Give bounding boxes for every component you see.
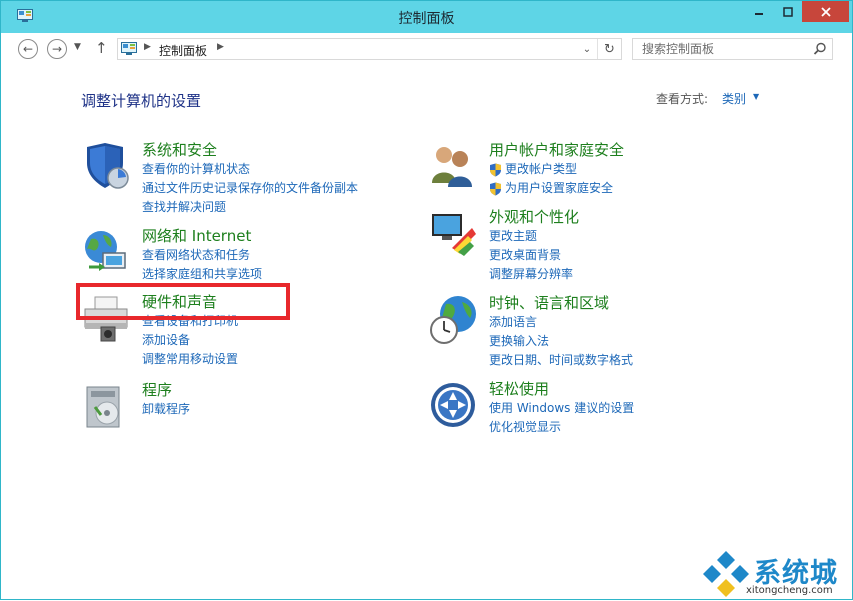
minimize-button[interactable] [745, 1, 773, 22]
forward-button[interactable]: → [47, 39, 67, 59]
refresh-icon: ↻ [604, 41, 615, 57]
search-icon[interactable] [813, 42, 827, 56]
category-link[interactable]: 选择家庭组和共享选项 [142, 265, 262, 284]
maximize-icon [783, 6, 793, 17]
category-body: 外观和个性化 更改主题 更改桌面背景 调整屏幕分辨率 [489, 208, 579, 284]
back-button[interactable]: ← [18, 39, 38, 59]
network-globe-icon[interactable] [81, 227, 131, 277]
category-link[interactable]: 添加语言 [489, 313, 633, 332]
window-title: 控制面板 [398, 11, 455, 27]
breadcrumb-separator-icon[interactable]: ▶ [144, 42, 151, 52]
uac-shield-icon [490, 182, 501, 196]
category-title[interactable]: 外观和个性化 [489, 208, 579, 227]
category-body: 系统和安全 查看你的计算机状态 通过文件历史记录保存你的文件备份副本 查找并解决… [142, 141, 358, 217]
breadcrumb-separator-icon[interactable]: ▶ [217, 42, 224, 52]
category-title[interactable]: 硬件和声音 [142, 293, 238, 312]
category-title[interactable]: 网络和 Internet [142, 227, 262, 246]
category-link[interactable]: 优化视觉显示 [489, 418, 634, 437]
ease-of-access-icon[interactable] [428, 380, 478, 430]
category-title[interactable]: 程序 [142, 381, 190, 400]
category-title[interactable]: 用户帐户和家庭安全 [489, 141, 624, 160]
up-arrow-icon: ↑ [95, 39, 108, 57]
address-history-dropdown[interactable]: ⌄ [577, 39, 597, 59]
category-body: 轻松使用 使用 Windows 建议的设置 优化视觉显示 [489, 380, 634, 437]
navigation-bar: ← → ▼ ↑ ▶ 控制面板 ▶ ⌄ ↻ [1, 33, 852, 65]
page-title: 调整计算机的设置 [81, 92, 202, 110]
category-link[interactable]: 更改主题 [489, 227, 579, 246]
users-icon[interactable] [428, 141, 478, 191]
uac-shield-icon [490, 163, 501, 177]
programs-icon[interactable] [81, 381, 131, 431]
category-link[interactable]: 添加设备 [142, 331, 238, 350]
minimize-icon [755, 12, 763, 15]
category-title[interactable]: 系统和安全 [142, 141, 358, 160]
shield-icon[interactable] [81, 141, 131, 191]
search-box[interactable] [632, 38, 833, 60]
category-link[interactable]: 更换输入法 [489, 332, 633, 351]
watermark-url: xitongcheng.com [746, 585, 833, 596]
category-title[interactable]: 时钟、语言和区域 [489, 294, 633, 313]
chevron-down-icon: ⌄ [582, 43, 592, 55]
back-arrow-icon: ← [22, 42, 34, 56]
category-link[interactable]: 查看设备和打印机 [142, 312, 238, 331]
category-link[interactable]: 为用户设置家庭安全 [489, 179, 624, 198]
forward-arrow-icon: → [51, 42, 63, 56]
watermark: 系统城 xitongcheng.com [701, 549, 851, 601]
category-link[interactable]: 更改日期、时间或数字格式 [489, 351, 633, 370]
control-panel-location-icon [121, 42, 137, 55]
refresh-button[interactable]: ↻ [597, 39, 621, 59]
view-by-dropdown[interactable]: 类别 [722, 90, 746, 107]
chevron-down-icon: ▼ [74, 42, 81, 52]
category-body: 网络和 Internet 查看网络状态和任务 选择家庭组和共享选项 [142, 227, 262, 284]
category-link[interactable]: 卸载程序 [142, 400, 190, 419]
view-by-label: 查看方式: [656, 92, 709, 106]
title-bar: 控制面板 [1, 1, 852, 33]
category-link[interactable]: 查看你的计算机状态 [142, 160, 358, 179]
search-input[interactable] [633, 39, 808, 59]
category-body: 时钟、语言和区域 添加语言 更换输入法 更改日期、时间或数字格式 [489, 294, 633, 370]
clock-globe-icon[interactable] [428, 294, 478, 344]
control-panel-window: 控制面板 ← → ▼ ↑ ▶ 控制面板 ▶ ⌄ ↻ 搜索控制面板 调整计算机的设… [0, 0, 853, 600]
close-icon [820, 6, 831, 17]
category-body: 用户帐户和家庭安全 更改帐户类型 为用户设置家庭安全 [489, 141, 624, 198]
category-link-label: 为用户设置家庭安全 [505, 181, 614, 195]
category-body: 硬件和声音 查看设备和打印机 添加设备 调整常用移动设置 [142, 293, 238, 369]
category-link[interactable]: 调整常用移动设置 [142, 350, 238, 369]
recent-locations-dropdown[interactable]: ▼ [74, 42, 81, 52]
category-link[interactable]: 查找并解决问题 [142, 198, 358, 217]
category-link[interactable]: 更改帐户类型 [489, 160, 624, 179]
category-link[interactable]: 通过文件历史记录保存你的文件备份副本 [142, 179, 358, 198]
maximize-button[interactable] [774, 1, 802, 22]
category-link[interactable]: 使用 Windows 建议的设置 [489, 399, 634, 418]
category-link[interactable]: 调整屏幕分辨率 [489, 265, 579, 284]
breadcrumb-control-panel[interactable]: 控制面板 [159, 42, 207, 59]
printer-speaker-icon[interactable] [81, 293, 131, 343]
category-link[interactable]: 更改桌面背景 [489, 246, 579, 265]
up-button[interactable]: ↑ [95, 39, 108, 57]
diamond-logo-icon [703, 551, 749, 597]
address-bar[interactable]: ▶ 控制面板 ▶ ⌄ ↻ [117, 38, 622, 60]
category-title[interactable]: 轻松使用 [489, 380, 634, 399]
category-body: 程序 卸载程序 [142, 381, 190, 419]
content-area: 调整计算机的设置 查看方式: 类别 ▼ 系统和安全 查看你的计算机状态 通过文件… [1, 65, 852, 599]
close-button[interactable] [802, 1, 849, 22]
monitor-palette-icon[interactable] [428, 208, 478, 258]
category-link[interactable]: 查看网络状态和任务 [142, 246, 262, 265]
chevron-down-icon[interactable]: ▼ [753, 92, 759, 101]
category-link-label: 更改帐户类型 [505, 162, 578, 176]
